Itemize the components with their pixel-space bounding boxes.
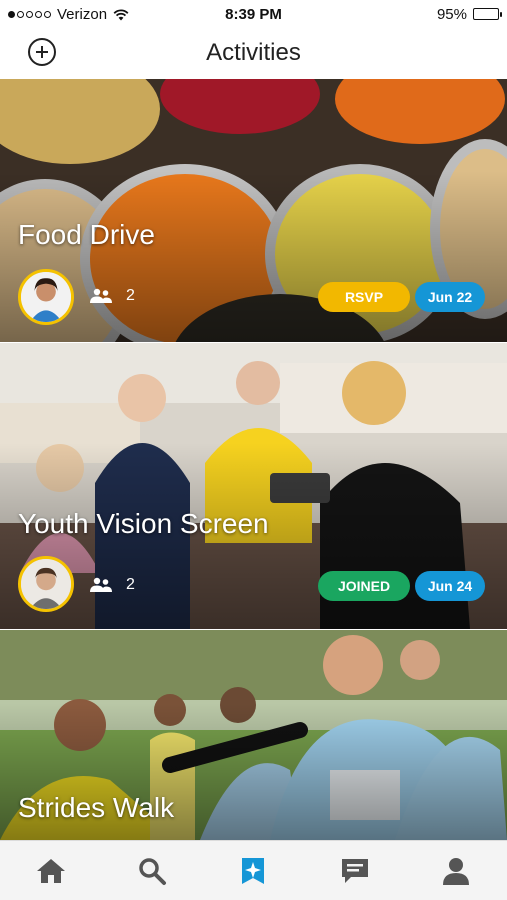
activity-card-strides-walk[interactable]: Strides Walk xyxy=(0,630,507,840)
home-icon xyxy=(36,858,65,883)
tab-bar xyxy=(0,840,507,900)
member-count-value: 2 xyxy=(126,287,135,304)
activity-card-youth-vision-screen[interactable]: Youth Vision Screen 2 JOINED Jun 24 xyxy=(0,343,507,629)
plus-icon xyxy=(36,46,48,58)
joined-button[interactable]: JOINED xyxy=(318,571,410,601)
member-count: 2 xyxy=(90,287,135,305)
tab-search[interactable] xyxy=(132,851,172,891)
activities-icon xyxy=(242,857,265,884)
organizer-avatar[interactable] xyxy=(18,556,74,612)
date-badge: Jun 22 xyxy=(415,282,485,312)
tab-messages[interactable] xyxy=(335,851,375,891)
profile-icon xyxy=(443,857,470,885)
tab-activities[interactable] xyxy=(233,851,273,891)
activity-title: Youth Vision Screen xyxy=(18,508,269,539)
app-header: Activities xyxy=(0,28,507,78)
rsvp-button[interactable]: RSVP xyxy=(318,282,410,312)
page-title: Activities xyxy=(206,39,301,66)
battery-icon xyxy=(473,8,502,20)
date-badge: Jun 24 xyxy=(415,571,485,601)
activity-title: Food Drive xyxy=(18,219,155,250)
people-icon xyxy=(90,577,112,592)
member-count-value: 2 xyxy=(126,576,135,593)
activity-title: Strides Walk xyxy=(18,792,175,823)
add-activity-button[interactable] xyxy=(28,38,56,66)
chat-icon xyxy=(341,858,368,883)
organizer-avatar[interactable] xyxy=(18,269,74,325)
clock: 8:39 PM xyxy=(225,5,282,23)
member-count: 2 xyxy=(90,576,135,594)
people-icon xyxy=(90,288,112,303)
tab-home[interactable] xyxy=(31,851,71,891)
tab-profile[interactable] xyxy=(436,851,476,891)
status-bar: Verizon 8:39 PM 95% xyxy=(0,0,507,28)
search-icon xyxy=(139,857,167,885)
activity-card-food-drive[interactable]: Food Drive 2 RSVP Jun 22 xyxy=(0,79,507,342)
